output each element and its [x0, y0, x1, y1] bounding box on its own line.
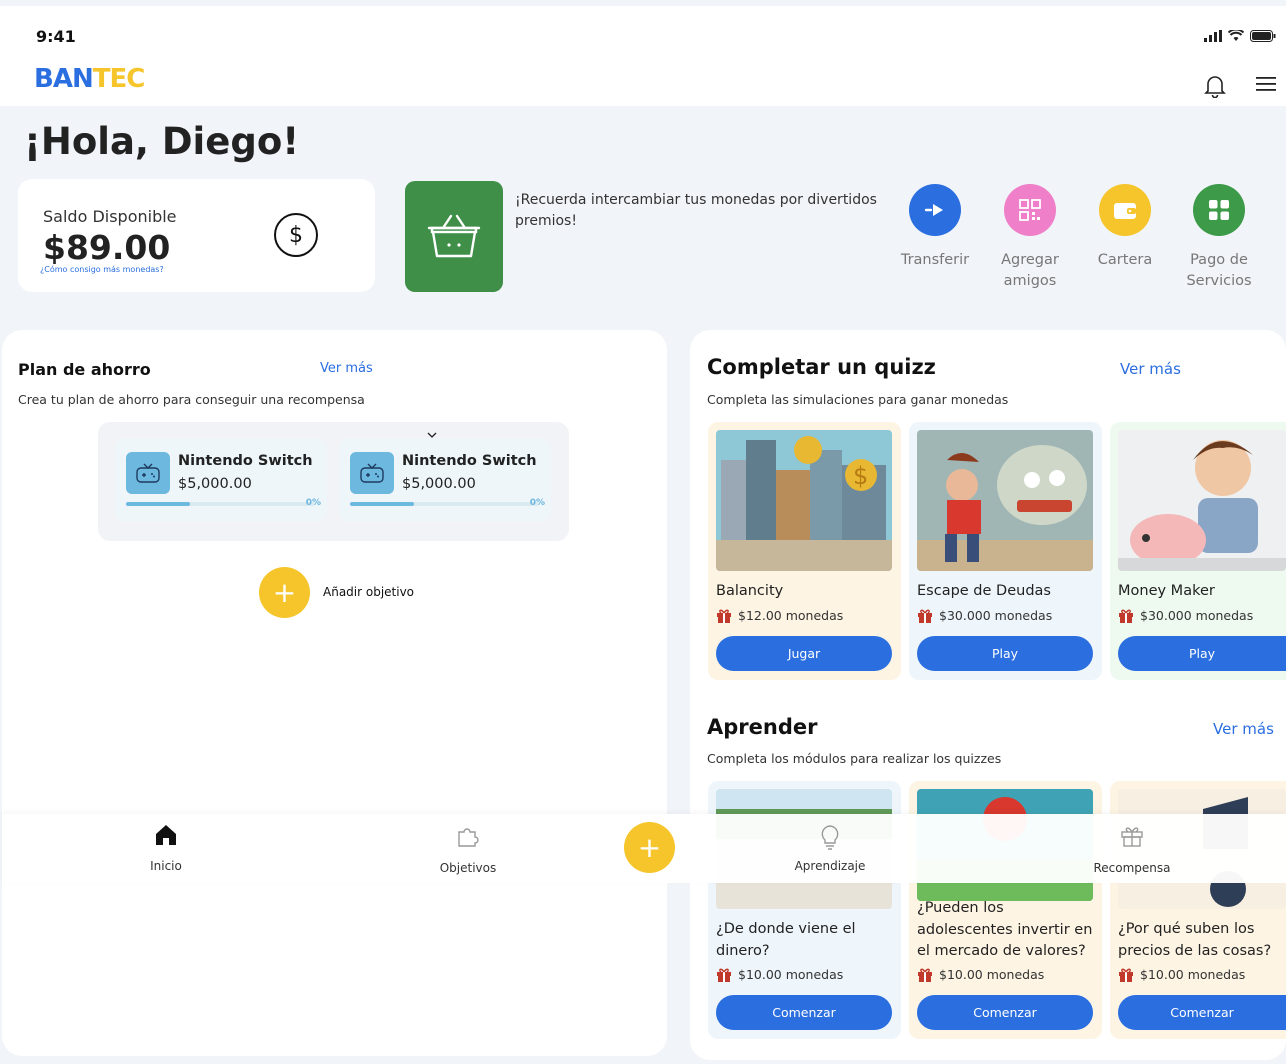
quiz-card-title: Escape de Deudas: [917, 583, 1051, 599]
battery-icon: [1250, 30, 1276, 42]
goal-price: $5,000.00: [402, 476, 476, 492]
learn-title: Aprender: [707, 715, 818, 739]
quick-action-transfer[interactable]: Transferir: [880, 184, 990, 271]
wallet-icon: [1099, 184, 1151, 236]
dollar-circle-icon: $: [274, 213, 318, 257]
goal-name: Nintendo Switch: [402, 453, 537, 469]
lightbulb-icon: [821, 825, 839, 850]
play-button[interactable]: Play: [917, 636, 1093, 671]
gift-icon: [717, 968, 731, 982]
learn-more-link[interactable]: Ver más: [1213, 720, 1274, 738]
goal-progress-fill: [126, 502, 190, 506]
play-button[interactable]: Jugar: [716, 636, 892, 671]
gamepad-icon: [350, 452, 394, 494]
grid-icon: [1193, 184, 1245, 236]
gift-icon: [918, 968, 932, 982]
start-button[interactable]: Comenzar: [716, 995, 892, 1030]
wifi-icon: [1228, 30, 1244, 41]
quiz-card-money-maker[interactable]: Money Maker $30.000 monedas Play: [1110, 422, 1286, 680]
status-time: 9:41: [36, 27, 76, 46]
quiz-card-reward: $30.000 monedas: [1118, 608, 1253, 623]
transfer-icon: [909, 184, 961, 236]
goal-card[interactable]: Nintendo Switch $5,000.00 0%: [339, 438, 551, 522]
quiz-title: Completar un quizz: [707, 355, 936, 379]
learn-card-reward: $10.00 monedas: [1118, 967, 1245, 982]
balance-value: $89.00: [43, 228, 171, 267]
quiz-card-title: Money Maker: [1118, 583, 1215, 599]
start-button[interactable]: Comenzar: [917, 995, 1093, 1030]
bell-icon[interactable]: [1204, 74, 1226, 98]
add-goal-button[interactable]: +: [259, 567, 310, 618]
debt-escape-illustration: [917, 430, 1093, 571]
savings-title: Plan de ahorro: [18, 360, 151, 379]
greeting-title: ¡Hola, Diego!: [24, 120, 300, 163]
goal-progress-label: 0%: [305, 498, 321, 508]
piggy-bank-illustration: [1118, 430, 1286, 571]
balance-card: Saldo Disponible $89.00 ¿Cómo consigo má…: [18, 179, 375, 292]
svg-text:$: $: [853, 462, 868, 490]
learn-subtitle: Completa los módulos para realizar los q…: [707, 751, 1002, 766]
gift-icon: [1119, 968, 1133, 982]
nav-add-button[interactable]: +: [624, 822, 675, 873]
quiz-card-title: Balancity: [716, 583, 784, 599]
gift-icon: [1119, 609, 1133, 623]
quiz-more-link[interactable]: Ver más: [1120, 360, 1181, 378]
play-button[interactable]: Play: [1118, 636, 1286, 671]
top-bar: 9:41 BANTEC: [0, 6, 1286, 106]
gift-icon: [717, 609, 731, 623]
puzzle-icon: [458, 828, 479, 847]
quiz-card-reward: $12.00 monedas: [716, 608, 843, 623]
learn-card-title: ¿Pueden los adolescentes invertir en el …: [917, 900, 1093, 959]
nav-item-home[interactable]: Inicio: [106, 824, 226, 873]
plus-icon: +: [272, 576, 297, 609]
goal-card[interactable]: Nintendo Switch $5,000.00 0%: [115, 438, 327, 522]
learn-card-title: ¿Por qué suben los precios de las cosas?: [1118, 921, 1272, 959]
goal-progress-fill: [350, 502, 414, 506]
basket-icon: [427, 214, 481, 257]
gift-icon: [1121, 827, 1143, 847]
status-icons: [1204, 30, 1276, 42]
goal-price: $5,000.00: [178, 476, 252, 492]
nav-item-goals[interactable]: Objetivos: [408, 824, 528, 875]
quiz-card-reward: $30.000 monedas: [917, 608, 1052, 623]
goal-name: Nintendo Switch: [178, 453, 313, 469]
plus-icon: +: [637, 831, 662, 864]
basket-tile[interactable]: [405, 181, 503, 292]
quick-action-add-friends[interactable]: Agregar amigos: [975, 184, 1085, 292]
savings-subtitle: Crea tu plan de ahorro para conseguir un…: [18, 392, 365, 407]
start-button[interactable]: Comenzar: [1118, 995, 1286, 1030]
reminder-text: ¡Recuerda intercambiar tus monedas por d…: [515, 192, 877, 229]
city-illustration: $: [716, 430, 892, 571]
balance-label: Saldo Disponible: [43, 207, 177, 226]
quiz-card-balancity[interactable]: $ Balancity $12.00 monedas Jugar: [708, 422, 901, 680]
learn-card-reward: $10.00 monedas: [917, 967, 1044, 982]
goal-progress-bar: [350, 502, 538, 506]
add-goal-label[interactable]: Añadir objetivo: [323, 585, 414, 599]
savings-more-link[interactable]: Ver más: [320, 361, 373, 376]
nav-item-rewards[interactable]: Recompensa: [1072, 824, 1192, 875]
earn-coins-link[interactable]: ¿Cómo consigo más monedas?: [40, 265, 164, 274]
quick-action-bill-payment[interactable]: Pago de Servicios: [1164, 184, 1274, 292]
gamepad-icon: [126, 452, 170, 494]
qr-icon: [1004, 184, 1056, 236]
gift-icon: [918, 609, 932, 623]
quiz-subtitle: Completa las simulaciones para ganar mon…: [707, 392, 1009, 407]
bottom-nav: Inicio Objetivos + Aprendizaje Recompens…: [2, 814, 1286, 883]
menu-icon[interactable]: [1256, 76, 1276, 92]
bantec-logo: BANTEC: [34, 64, 145, 94]
goal-progress-bar: [126, 502, 314, 506]
quiz-card-debt-escape[interactable]: Escape de Deudas $30.000 monedas Play: [909, 422, 1102, 680]
signal-icon: [1204, 30, 1222, 42]
learn-card-reward: $10.00 monedas: [716, 967, 843, 982]
nav-item-learning[interactable]: Aprendizaje: [770, 824, 890, 873]
goal-progress-label: 0%: [529, 498, 545, 508]
home-icon: [156, 825, 176, 845]
learn-card-title: ¿De donde viene el dinero?: [716, 921, 856, 959]
